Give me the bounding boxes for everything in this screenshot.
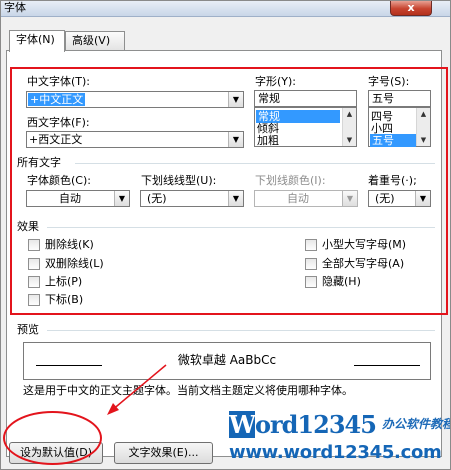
- close-button[interactable]: x: [390, 1, 432, 16]
- watermark-url: www.word12345.com: [229, 442, 442, 463]
- title-bar: 字体 x: [1, 1, 450, 17]
- preview-note: 这是用于中文的正文主题字体。当前文档主题定义将使用哪种字体。: [23, 384, 353, 397]
- watermark-logo: Word12345 办公软件教程 www.word12345.com: [229, 410, 451, 469]
- dialog-title: 字体: [4, 1, 26, 14]
- section-divider: [47, 330, 435, 331]
- font-dialog: 字体 x 字体(N) 高级(V) 中文字体(T): +中文正文 ▼ 西文字体(F…: [0, 0, 451, 470]
- annotation-highlight-rect: [10, 67, 448, 315]
- tab-font[interactable]: 字体(N): [9, 30, 65, 52]
- watermark-brand: Word12345 办公软件教程: [229, 410, 451, 439]
- brand-tagline: 办公软件教程: [381, 417, 451, 431]
- preview-line: [354, 365, 420, 366]
- annotation-highlight-oval: [3, 411, 102, 465]
- preview-section-label: 预览: [17, 323, 39, 336]
- brand-w: W: [229, 410, 256, 439]
- preview-box: 微软卓越 AaBbCc: [23, 342, 431, 380]
- brand-rest: ord12345: [255, 410, 377, 439]
- text-effects-button[interactable]: 文字效果(E)...: [114, 442, 213, 464]
- tab-advanced[interactable]: 高级(V): [65, 31, 125, 51]
